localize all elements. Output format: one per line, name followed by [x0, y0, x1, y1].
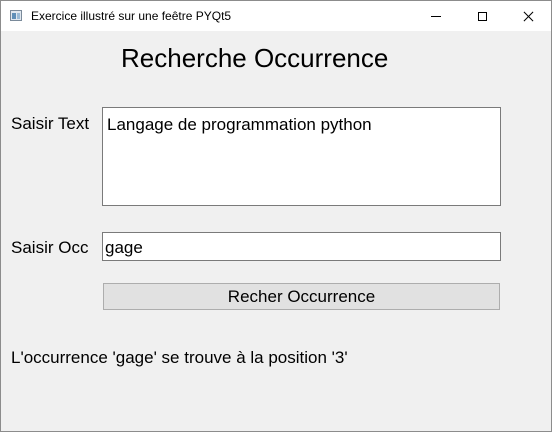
maximize-icon	[477, 11, 487, 21]
window-title: Exercice illustré sur une feêtre PYQt5	[31, 9, 232, 23]
page-title: Recherche Occurrence	[121, 43, 389, 73]
text-input-area[interactable]: Langage de programmation python	[102, 107, 501, 206]
minimize-button[interactable]	[413, 1, 459, 31]
search-occurrence-button[interactable]: Recher Occurrence	[103, 283, 500, 310]
close-button[interactable]	[505, 1, 551, 31]
maximize-button[interactable]	[459, 1, 505, 31]
occurrence-input[interactable]: gage	[102, 232, 501, 261]
minimize-icon	[431, 15, 441, 17]
title-bar[interactable]: Exercice illustré sur une feêtre PYQt5	[1, 1, 551, 31]
text-label: Saisir Text	[11, 114, 90, 133]
close-icon	[523, 11, 534, 22]
app-window: Exercice illustré sur une feêtre PYQt5 R…	[0, 0, 552, 432]
app-icon	[10, 10, 22, 21]
result-text: L'occurrence 'gage' se trouve à la posit…	[11, 348, 348, 367]
occurrence-label: Saisir Occ	[11, 238, 89, 257]
